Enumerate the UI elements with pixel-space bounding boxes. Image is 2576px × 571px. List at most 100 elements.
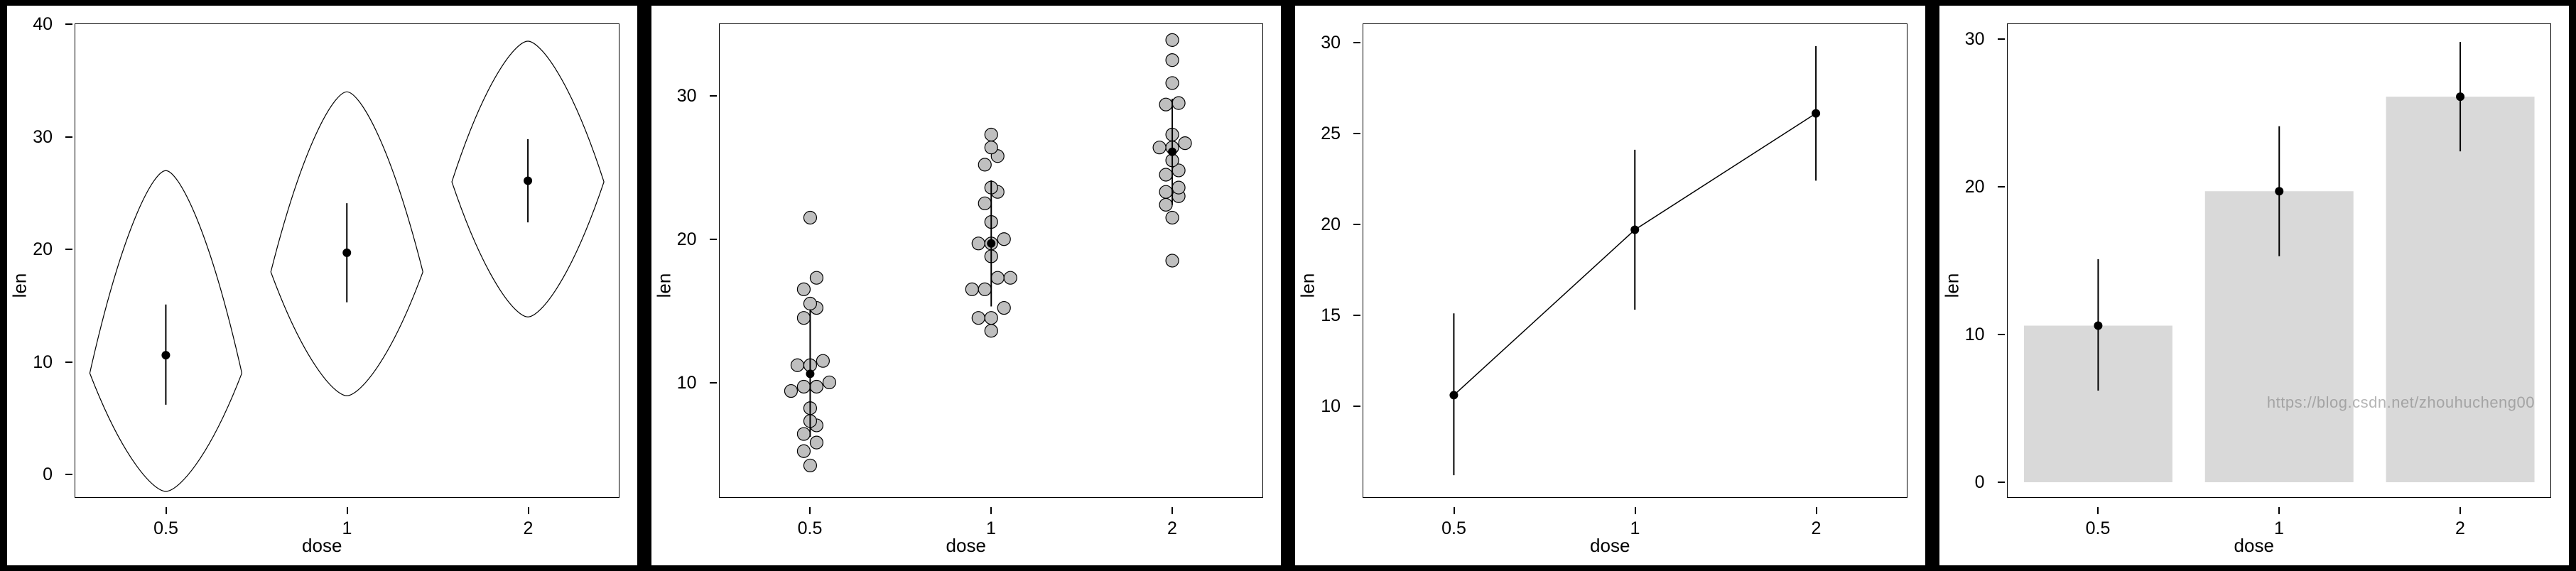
x-tick-label: 2	[524, 518, 534, 539]
x-axis-label: dose	[2234, 535, 2274, 557]
data-dot	[1166, 212, 1179, 224]
y-tick-label: 30	[1321, 33, 1341, 53]
chart-row: len dose 0102030400.512 len dose 1020300…	[0, 0, 2576, 571]
bar-panel: len dose https://blog.csdn.net/zhouhuche…	[1939, 6, 2570, 565]
data-dot	[991, 271, 1004, 284]
y-tick-label: 10	[33, 352, 53, 373]
data-dot	[978, 197, 991, 210]
data-dot	[972, 237, 985, 250]
mean-point	[524, 176, 532, 185]
data-dot	[1159, 185, 1172, 198]
y-tick-label: 30	[677, 86, 697, 107]
y-tick-label: 25	[1321, 124, 1341, 144]
data-dot	[816, 354, 829, 367]
y-tick-label: 10	[1321, 396, 1341, 417]
mean-point	[2456, 92, 2464, 101]
y-tick-label: 15	[1321, 305, 1341, 326]
x-axis-label: dose	[946, 535, 986, 557]
data-dot	[985, 141, 997, 154]
data-dot	[978, 283, 991, 295]
y-tick-label: 30	[33, 127, 53, 148]
x-tick-label: 2	[1167, 518, 1177, 539]
line-plot-area: 10152025300.512	[1363, 23, 1907, 498]
y-tick-label: 0	[1975, 472, 1985, 493]
data-dot	[985, 129, 997, 141]
data-dot	[972, 312, 985, 325]
x-tick-label: 0.5	[798, 518, 823, 539]
data-dot	[985, 312, 997, 325]
y-axis-label: len	[1941, 273, 1963, 298]
mean-point	[987, 239, 995, 248]
dot-panel: len dose 1020300.512	[651, 6, 1282, 565]
x-tick-label: 1	[2274, 518, 2284, 539]
data-dot	[797, 312, 810, 325]
x-tick-label: 1	[1630, 518, 1640, 539]
dot-plot-area: 1020300.512	[719, 23, 1264, 498]
bar-plot-area: https://blog.csdn.net/zhouhucheng00 0102…	[2007, 23, 2552, 498]
data-dot	[997, 233, 1010, 246]
data-dot	[803, 298, 816, 310]
x-tick-label: 2	[1812, 518, 1822, 539]
data-dot	[1159, 168, 1172, 181]
y-axis-label: len	[653, 273, 675, 298]
y-tick-label: 20	[33, 239, 53, 260]
data-dot	[803, 459, 816, 472]
data-dot	[797, 445, 810, 457]
data-dot	[823, 376, 835, 388]
y-tick-label: 20	[677, 229, 697, 250]
mean-point	[806, 369, 814, 378]
y-tick-label: 20	[1965, 177, 1985, 197]
data-dot	[1172, 181, 1185, 194]
data-dot	[810, 436, 823, 449]
x-tick-label: 1	[986, 518, 996, 539]
data-dot	[784, 385, 797, 398]
data-dot	[1166, 33, 1179, 46]
data-dot	[1159, 98, 1172, 111]
data-dot	[797, 380, 810, 393]
data-dot	[791, 359, 803, 371]
data-dot	[1179, 137, 1191, 150]
data-dot	[797, 283, 810, 295]
bar	[2386, 97, 2534, 482]
data-dot	[1153, 141, 1166, 154]
x-tick-label: 2	[2455, 518, 2465, 539]
data-dot	[810, 380, 823, 393]
mean-point	[2094, 322, 2102, 330]
data-dot	[965, 283, 978, 295]
mean-point	[1168, 148, 1176, 156]
x-tick-label: 0.5	[153, 518, 178, 539]
mean-point	[342, 249, 351, 257]
mean-point	[1630, 225, 1639, 234]
y-tick-label: 20	[1321, 214, 1341, 235]
x-axis-label: dose	[1590, 535, 1630, 557]
y-tick-label: 0	[43, 464, 53, 485]
y-axis-label: len	[9, 273, 31, 298]
mean-point	[1449, 391, 1458, 399]
mean-point	[2275, 187, 2283, 195]
data-dot	[985, 325, 997, 337]
x-tick-label: 1	[342, 518, 352, 539]
data-dot	[1004, 271, 1017, 284]
y-tick-label: 30	[1965, 29, 1985, 50]
data-dot	[1166, 77, 1179, 89]
data-dot	[797, 428, 810, 440]
data-dot	[1166, 254, 1179, 267]
y-tick-label: 10	[677, 373, 697, 393]
x-tick-label: 0.5	[1441, 518, 1466, 539]
x-tick-label: 0.5	[2086, 518, 2111, 539]
violin-panel: len dose 0102030400.512	[7, 6, 637, 565]
x-axis-label: dose	[302, 535, 342, 557]
violin-plot-area: 0102030400.512	[75, 23, 619, 498]
data-dot	[1172, 97, 1185, 109]
data-dot	[803, 212, 816, 224]
line-panel: len dose 10152025300.512	[1295, 6, 1925, 565]
mean-point	[161, 351, 170, 359]
data-dot	[1159, 198, 1172, 211]
y-axis-label: len	[1297, 273, 1319, 298]
data-dot	[1166, 54, 1179, 67]
y-tick-label: 10	[1965, 325, 1985, 345]
mean-point	[1812, 109, 1820, 118]
y-tick-label: 40	[33, 14, 53, 35]
data-dot	[978, 158, 991, 171]
data-dot	[810, 271, 823, 284]
